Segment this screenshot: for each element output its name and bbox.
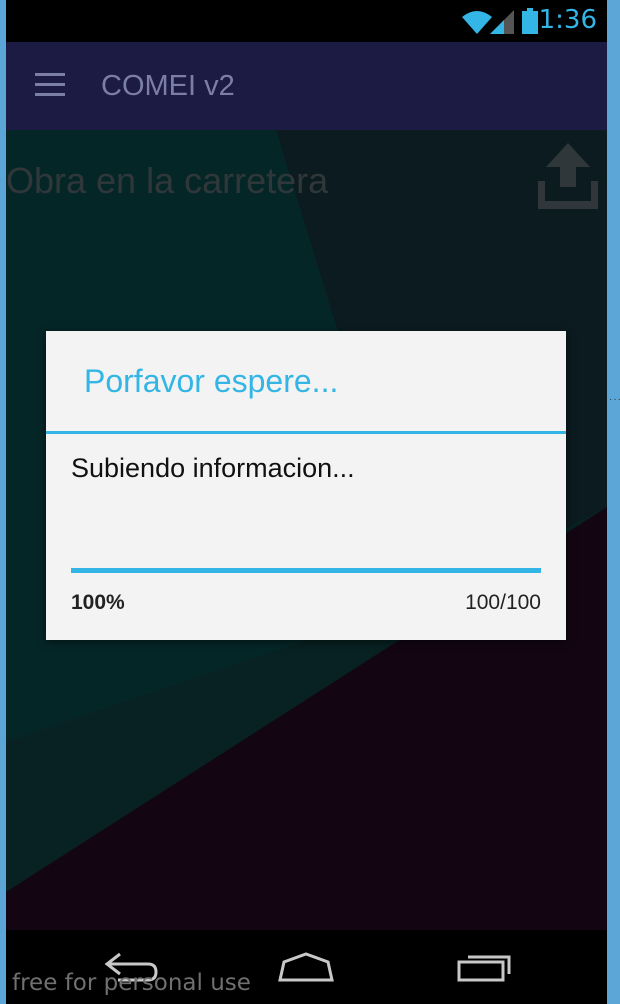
progress-count: 100/100: [465, 591, 541, 614]
dialog-title: Porfavor espere...: [84, 363, 339, 399]
home-icon[interactable]: [276, 952, 336, 984]
menu-icon[interactable]: [35, 73, 65, 97]
progress-percent: 100%: [71, 591, 125, 614]
app-title: COMEI v2: [101, 70, 235, 102]
progress-bar-fill: [71, 568, 541, 573]
dialog-divider: [46, 431, 566, 434]
status-time: 1:36: [538, 5, 597, 35]
battery-icon: [522, 8, 538, 34]
recents-icon[interactable]: [456, 952, 512, 984]
wifi-icon: [462, 11, 492, 34]
signal-icon: [490, 10, 514, 34]
app-toolbar: COMEI v2: [6, 42, 607, 130]
progress-bar: [71, 568, 541, 573]
status-bar: 1:36: [6, 0, 607, 42]
side-handle: ···: [609, 394, 620, 405]
app-content: COMEI v2 Obra en la carretera Porfavor e…: [6, 42, 607, 930]
progress-dialog: Porfavor espere... Subiendo informacion.…: [46, 331, 566, 640]
device-screen: 1:36 COMEI v2 Obra en la carretera Porfa…: [6, 0, 607, 1004]
watermark-text: free for personal use: [12, 970, 251, 996]
dialog-message: Subiendo informacion...: [71, 453, 355, 483]
